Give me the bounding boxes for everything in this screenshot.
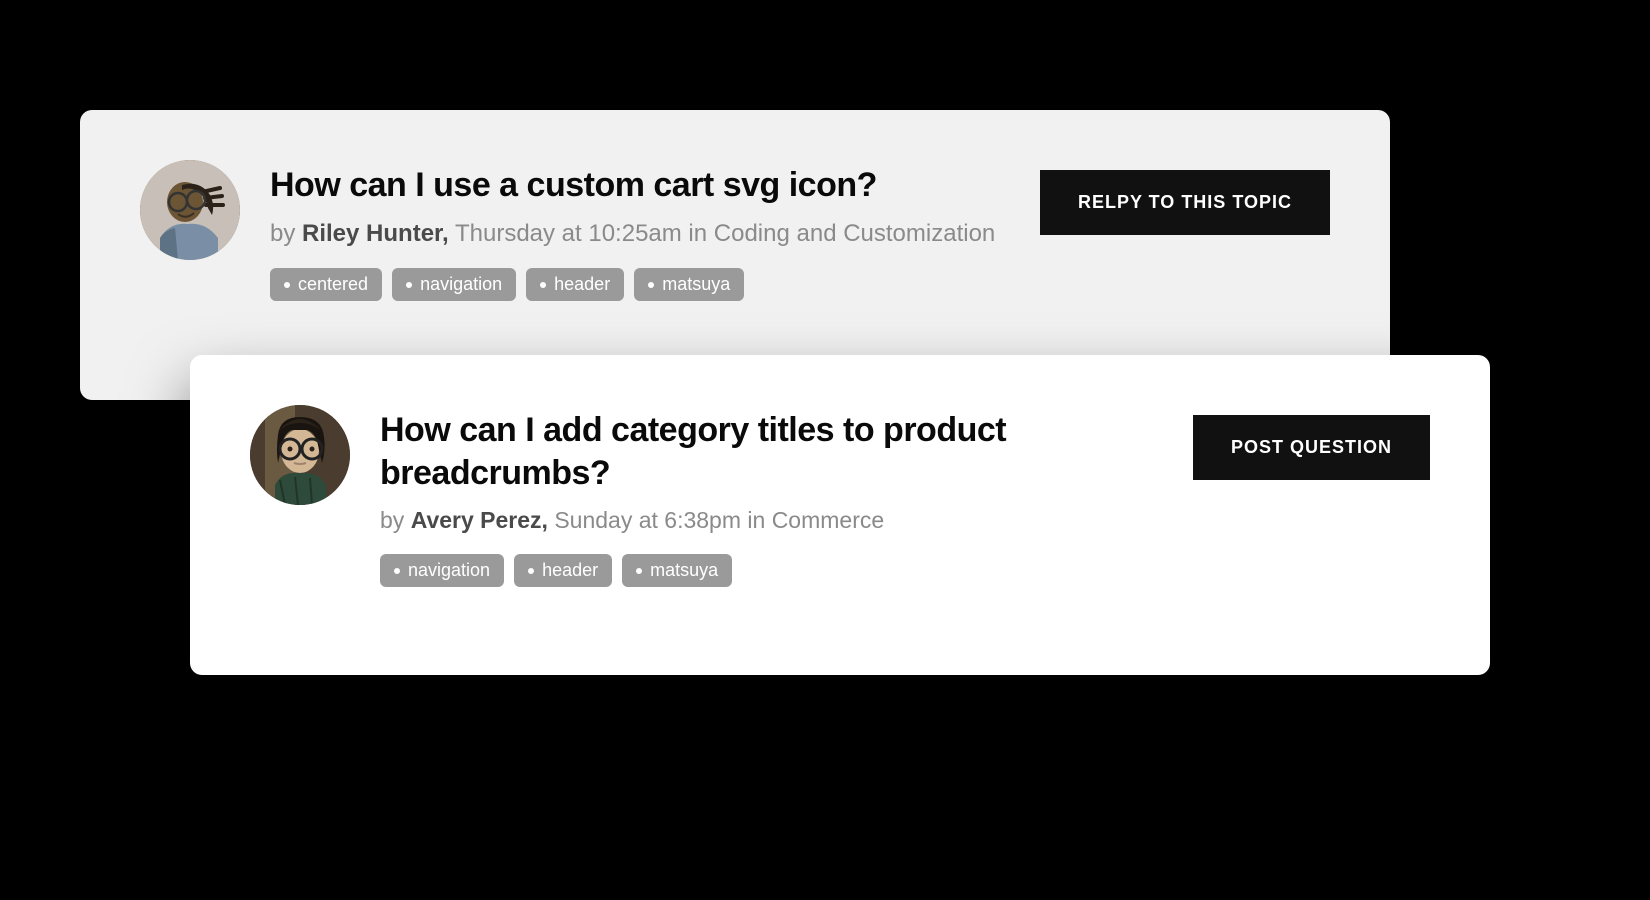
author-name[interactable]: Avery Perez, (411, 507, 548, 533)
topic-title[interactable]: How can I add category titles to product… (380, 409, 1020, 494)
tag[interactable]: navigation (392, 268, 516, 301)
by-label: by (380, 507, 411, 533)
tag[interactable]: navigation (380, 554, 504, 587)
avatar-image-icon (140, 160, 240, 260)
avatar[interactable] (250, 405, 350, 505)
reply-to-topic-button[interactable]: RELPY TO THIS TOPIC (1040, 170, 1330, 235)
author-name[interactable]: Riley Hunter, (302, 220, 449, 247)
avatar[interactable] (140, 160, 240, 260)
meta-timestamp-category: Sunday at 6:38pm in Commerce (548, 507, 884, 533)
tag[interactable]: centered (270, 268, 382, 301)
tag[interactable]: header (514, 554, 612, 587)
topic-content: How can I add category titles to product… (380, 405, 1163, 587)
tag[interactable]: header (526, 268, 624, 301)
topic-title[interactable]: How can I use a custom cart svg icon? (270, 164, 1010, 207)
tag-list: centered navigation header matsuya (270, 268, 1010, 301)
post-question-button[interactable]: POST QUESTION (1193, 415, 1430, 480)
forum-topic-card: How can I add category titles to product… (190, 355, 1490, 675)
avatar-image-icon (250, 405, 350, 505)
by-label: by (270, 220, 302, 247)
tag[interactable]: matsuya (634, 268, 744, 301)
tag-list: navigation header matsuya (380, 554, 1163, 587)
meta-timestamp-category: Thursday at 10:25am in Coding and Custom… (449, 220, 996, 247)
topic-meta: by Avery Perez, Sunday at 6:38pm in Comm… (380, 504, 1163, 536)
topic-meta: by Riley Hunter, Thursday at 10:25am in … (270, 217, 1010, 251)
topic-content: How can I use a custom cart svg icon? by… (270, 160, 1010, 301)
tag[interactable]: matsuya (622, 554, 732, 587)
